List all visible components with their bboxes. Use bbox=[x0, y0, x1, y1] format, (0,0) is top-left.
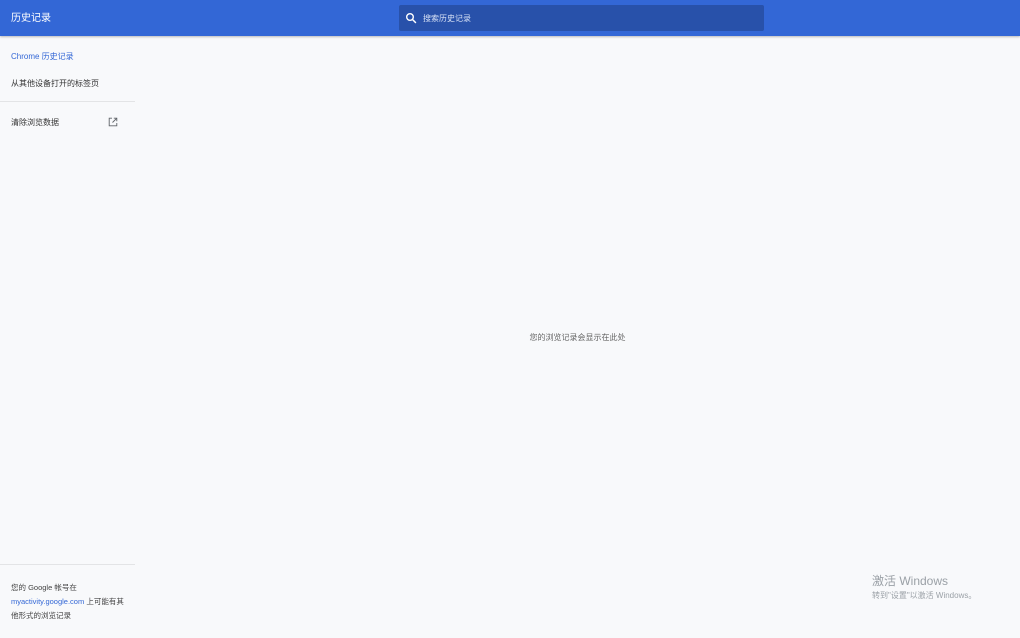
myactivity-link[interactable]: myactivity.google.com bbox=[11, 597, 84, 606]
activation-subtitle: 转到"设置"以激活 Windows。 bbox=[872, 591, 977, 600]
sidebar-footer-divider bbox=[0, 564, 135, 565]
footer-prefix: 您的 Google 帐号在 bbox=[11, 583, 77, 592]
search-input[interactable] bbox=[423, 5, 753, 31]
windows-activation-watermark: 激活 Windows 转到"设置"以激活 Windows。 bbox=[872, 574, 976, 602]
sidebar-divider bbox=[0, 101, 135, 102]
sidebar: Chrome 历史记录 从其他设备打开的标签页 清除浏览数据 您的 Google… bbox=[0, 36, 135, 638]
activation-title: 激活 Windows bbox=[872, 574, 949, 588]
sidebar-item-tabs-from-other-devices[interactable]: 从其他设备打开的标签页 bbox=[11, 78, 99, 89]
page-title: 历史记录 bbox=[11, 13, 51, 24]
search-icon[interactable] bbox=[405, 12, 417, 24]
search-field[interactable] bbox=[399, 5, 764, 31]
sidebar-footer: 您的 Google 帐号在 myactivity.google.com 上可能有… bbox=[11, 581, 131, 623]
external-link-icon[interactable] bbox=[108, 117, 118, 127]
empty-history-message: 您的浏览记录会显示在此处 bbox=[529, 333, 626, 342]
sidebar-item-chrome-history[interactable]: Chrome 历史记录 bbox=[11, 51, 74, 62]
toolbar: 历史记录 bbox=[0, 0, 1020, 36]
sidebar-item-clear-browsing-data[interactable]: 清除浏览数据 bbox=[11, 117, 59, 128]
